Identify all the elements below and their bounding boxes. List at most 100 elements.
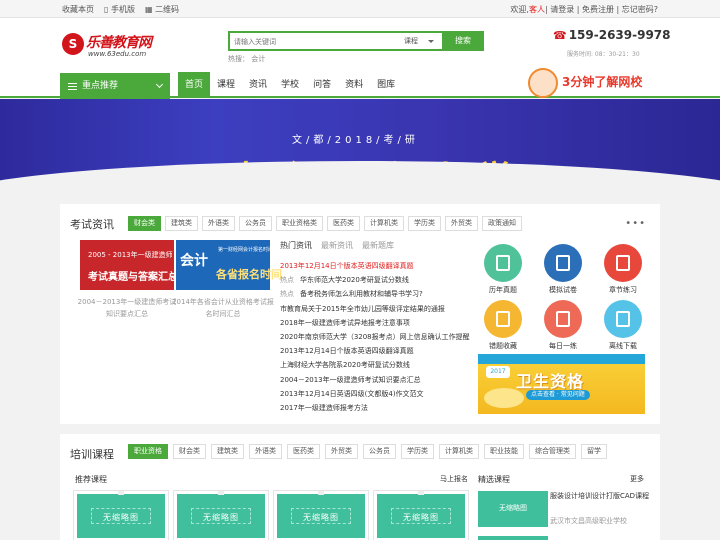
more-link[interactable]: 更多 xyxy=(630,474,644,484)
hero-banner[interactable]: 文/都/2018/考/研 尖 东 语 言 小 学 xyxy=(0,99,720,184)
selected-course-thumb[interactable] xyxy=(478,536,548,540)
mock-exam-icon xyxy=(544,244,582,282)
selected-course-school[interactable]: 武汉市文昌高级职业学校 xyxy=(550,516,627,526)
tool-chapter-practice[interactable]: 章节练习 xyxy=(598,244,648,295)
qrcode-icon: ▦ xyxy=(144,5,153,14)
tab-latest-news[interactable]: 最新资讯 xyxy=(321,240,353,251)
list-item[interactable]: 2017年一级建造师报考方法 xyxy=(280,401,475,415)
tag-finance[interactable]: 财会类 xyxy=(173,444,206,459)
hot-keyword[interactable]: 会计 xyxy=(251,55,265,63)
thumb-accounting[interactable]: 会计 第一财经网会计报名时间、报考信息 各省报名时间 xyxy=(176,240,298,290)
tool-wrong-answers[interactable]: 错题收藏 xyxy=(478,300,528,351)
thumb-caption[interactable]: 2014年各省会计从业资格考试报名时间汇总 xyxy=(171,296,275,320)
guest-name: 客人 xyxy=(528,5,545,14)
ad-title: 卫生资格 xyxy=(516,372,585,391)
category-dropdown[interactable]: 重点推荐 xyxy=(60,73,170,100)
mobile-link[interactable]: ▯ 手机版 xyxy=(104,4,135,15)
tag-policy[interactable]: 政策通知 xyxy=(482,216,522,231)
list-item[interactable]: 2013年12月14日英语四级(文都版4)作文范文 xyxy=(280,387,475,401)
course-card[interactable]: 无缩略图 xyxy=(373,490,469,540)
logo-name: 乐善教育网 xyxy=(86,35,152,51)
tag-study-abroad[interactable]: 留学 xyxy=(581,444,607,459)
tag-trade[interactable]: 外贸类 xyxy=(325,444,358,459)
training-tags: 职业资格 财会类 建筑类 外语类 医药类 外贸类 公务员 学历类 计算机类 职业… xyxy=(128,444,607,459)
top-bar: 收藏本页 ▯ 手机版 ▦ 二维码 欢迎,客人| 请登录 | 免费注册 | 忘记密… xyxy=(0,0,720,18)
nav-gallery[interactable]: 图库 xyxy=(370,72,402,98)
tag-skills[interactable]: 职业技能 xyxy=(484,444,524,459)
course-card[interactable]: 无缩略图 xyxy=(273,490,369,540)
list-item[interactable]: 2018年一级建造师考试异地报考注意事项 xyxy=(280,316,475,330)
tag-computer[interactable]: 计算机类 xyxy=(364,216,404,231)
tag-language[interactable]: 外语类 xyxy=(202,216,235,231)
tag-construction[interactable]: 建筑类 xyxy=(211,444,244,459)
tag-degree[interactable]: 学历类 xyxy=(408,216,441,231)
news-tabs: 热门资讯 最新资讯 最新题库 xyxy=(280,240,394,251)
caret-down-icon[interactable] xyxy=(428,40,434,43)
hot-keywords: 热搜： 会计 xyxy=(228,55,266,63)
tag-civil-service[interactable]: 公务员 xyxy=(239,216,272,231)
list-item[interactable]: 热点 备考税务师怎么利用教材和辅导书学习? xyxy=(280,287,475,301)
cloud-download-icon xyxy=(604,300,642,338)
health-qualification-ad[interactable]: 2017 卫生资格 点击查看 · 常见问题 xyxy=(478,354,645,414)
list-item[interactable]: 2020年南京师范大学（3208报考点）网上信息确认工作提醒 xyxy=(280,330,475,344)
promo-banner[interactable]: 3分钟了解网校 xyxy=(528,68,658,98)
tag-medicine[interactable]: 医药类 xyxy=(287,444,320,459)
nav-home[interactable]: 首页 xyxy=(178,72,211,98)
tag-civil-service[interactable]: 公务员 xyxy=(363,444,396,459)
list-item[interactable]: 2004－2013年一级建造师考试知识要点汇总 xyxy=(280,373,475,387)
tag-medicine[interactable]: 医药类 xyxy=(327,216,360,231)
site-logo[interactable]: S 乐善教育网 www.63edu.com xyxy=(62,32,164,60)
tool-mock-exam[interactable]: 模拟试卷 xyxy=(538,244,588,295)
search-input[interactable] xyxy=(234,35,394,48)
list-item[interactable]: 2013年12月14日个版本英语四级翻译真题 xyxy=(280,259,475,273)
account-links[interactable]: | 请登录 | 免费注册 | 忘记密码? xyxy=(545,5,658,14)
selected-course-thumb[interactable]: 无缩略图 xyxy=(478,491,548,527)
tool-past-exams[interactable]: 历年真题 xyxy=(478,244,528,295)
search-category[interactable]: 课程 xyxy=(404,36,418,46)
tab-question-bank[interactable]: 最新题库 xyxy=(362,240,394,251)
list-item[interactable]: 市教育局关于2015年全市幼儿园等级评定结果的通报 xyxy=(280,302,475,316)
tag-management[interactable]: 综合管理类 xyxy=(529,444,576,459)
exam-tags: 财会类 建筑类 外语类 公务员 职业资格类 医药类 计算机类 学历类 外贸类 政… xyxy=(128,216,522,231)
phone-icon: ☎ xyxy=(553,29,567,42)
list-item[interactable]: 上海财经大学各院系2020考研复试分数线 xyxy=(280,358,475,372)
tag-qualification[interactable]: 职业资格类 xyxy=(276,216,323,231)
past-exams-icon xyxy=(484,244,522,282)
search-button[interactable]: 搜索 xyxy=(442,31,484,51)
tag-language[interactable]: 外语类 xyxy=(249,444,282,459)
tool-offline-download[interactable]: 离线下载 xyxy=(598,300,648,351)
nav-qa[interactable]: 问答 xyxy=(306,72,338,98)
tab-hot-news[interactable]: 热门资讯 xyxy=(280,240,312,251)
nav-news[interactable]: 资讯 xyxy=(242,72,274,98)
bookmark-link[interactable]: 收藏本页 xyxy=(62,4,94,15)
selected-course-title[interactable]: 服装设计培训设计打版CAD课程 xyxy=(550,491,650,501)
nav-schools[interactable]: 学校 xyxy=(274,72,306,98)
ad-year: 2017 xyxy=(486,366,510,378)
ad-pill: 点击查看 · 常见问题 xyxy=(526,390,590,400)
list-item[interactable]: 热点 华东师范大学2020考研复试分数线 xyxy=(280,273,475,287)
course-card[interactable]: 无缩略图 xyxy=(173,490,269,540)
nav-courses[interactable]: 课程 xyxy=(210,72,242,98)
contact-phone: ☎ 159-2639-9978 xyxy=(553,28,671,42)
signup-link[interactable]: 马上报名 xyxy=(440,474,468,484)
tag-construction[interactable]: 建筑类 xyxy=(165,216,198,231)
thumb-caption[interactable]: 2004－2013年一级建造师考试知识要点汇总 xyxy=(75,296,179,320)
selected-heading: 精选课程 xyxy=(478,475,510,484)
course-card[interactable]: 无缩略图 xyxy=(73,490,169,540)
mascot-icon xyxy=(528,68,558,98)
nav-materials[interactable]: 资料 xyxy=(338,72,370,98)
tool-daily-practice[interactable]: 每日一练 xyxy=(538,300,588,351)
tag-trade[interactable]: 外贸类 xyxy=(445,216,478,231)
more-icon[interactable]: ••• xyxy=(625,218,646,229)
qrcode-link[interactable]: ▦ 二维码 xyxy=(145,4,179,15)
thumb-construction[interactable]: 2005 - 2013年一级建造师 考试真题与答案汇总 xyxy=(80,240,178,290)
exam-news-section: 考试资讯 财会类 建筑类 外语类 公务员 职业资格类 医药类 计算机类 学历类 … xyxy=(60,204,660,424)
tag-computer[interactable]: 计算机类 xyxy=(439,444,479,459)
tag-finance[interactable]: 财会类 xyxy=(128,216,161,231)
tag-degree[interactable]: 学历类 xyxy=(401,444,434,459)
list-item[interactable]: 2013年12月14日个版本英语四级翻译真题 xyxy=(280,344,475,358)
logo-url: www.63edu.com xyxy=(88,50,147,58)
tag-qualification[interactable]: 职业资格 xyxy=(128,444,168,459)
chapter-practice-icon xyxy=(604,244,642,282)
calendar-icon xyxy=(544,300,582,338)
